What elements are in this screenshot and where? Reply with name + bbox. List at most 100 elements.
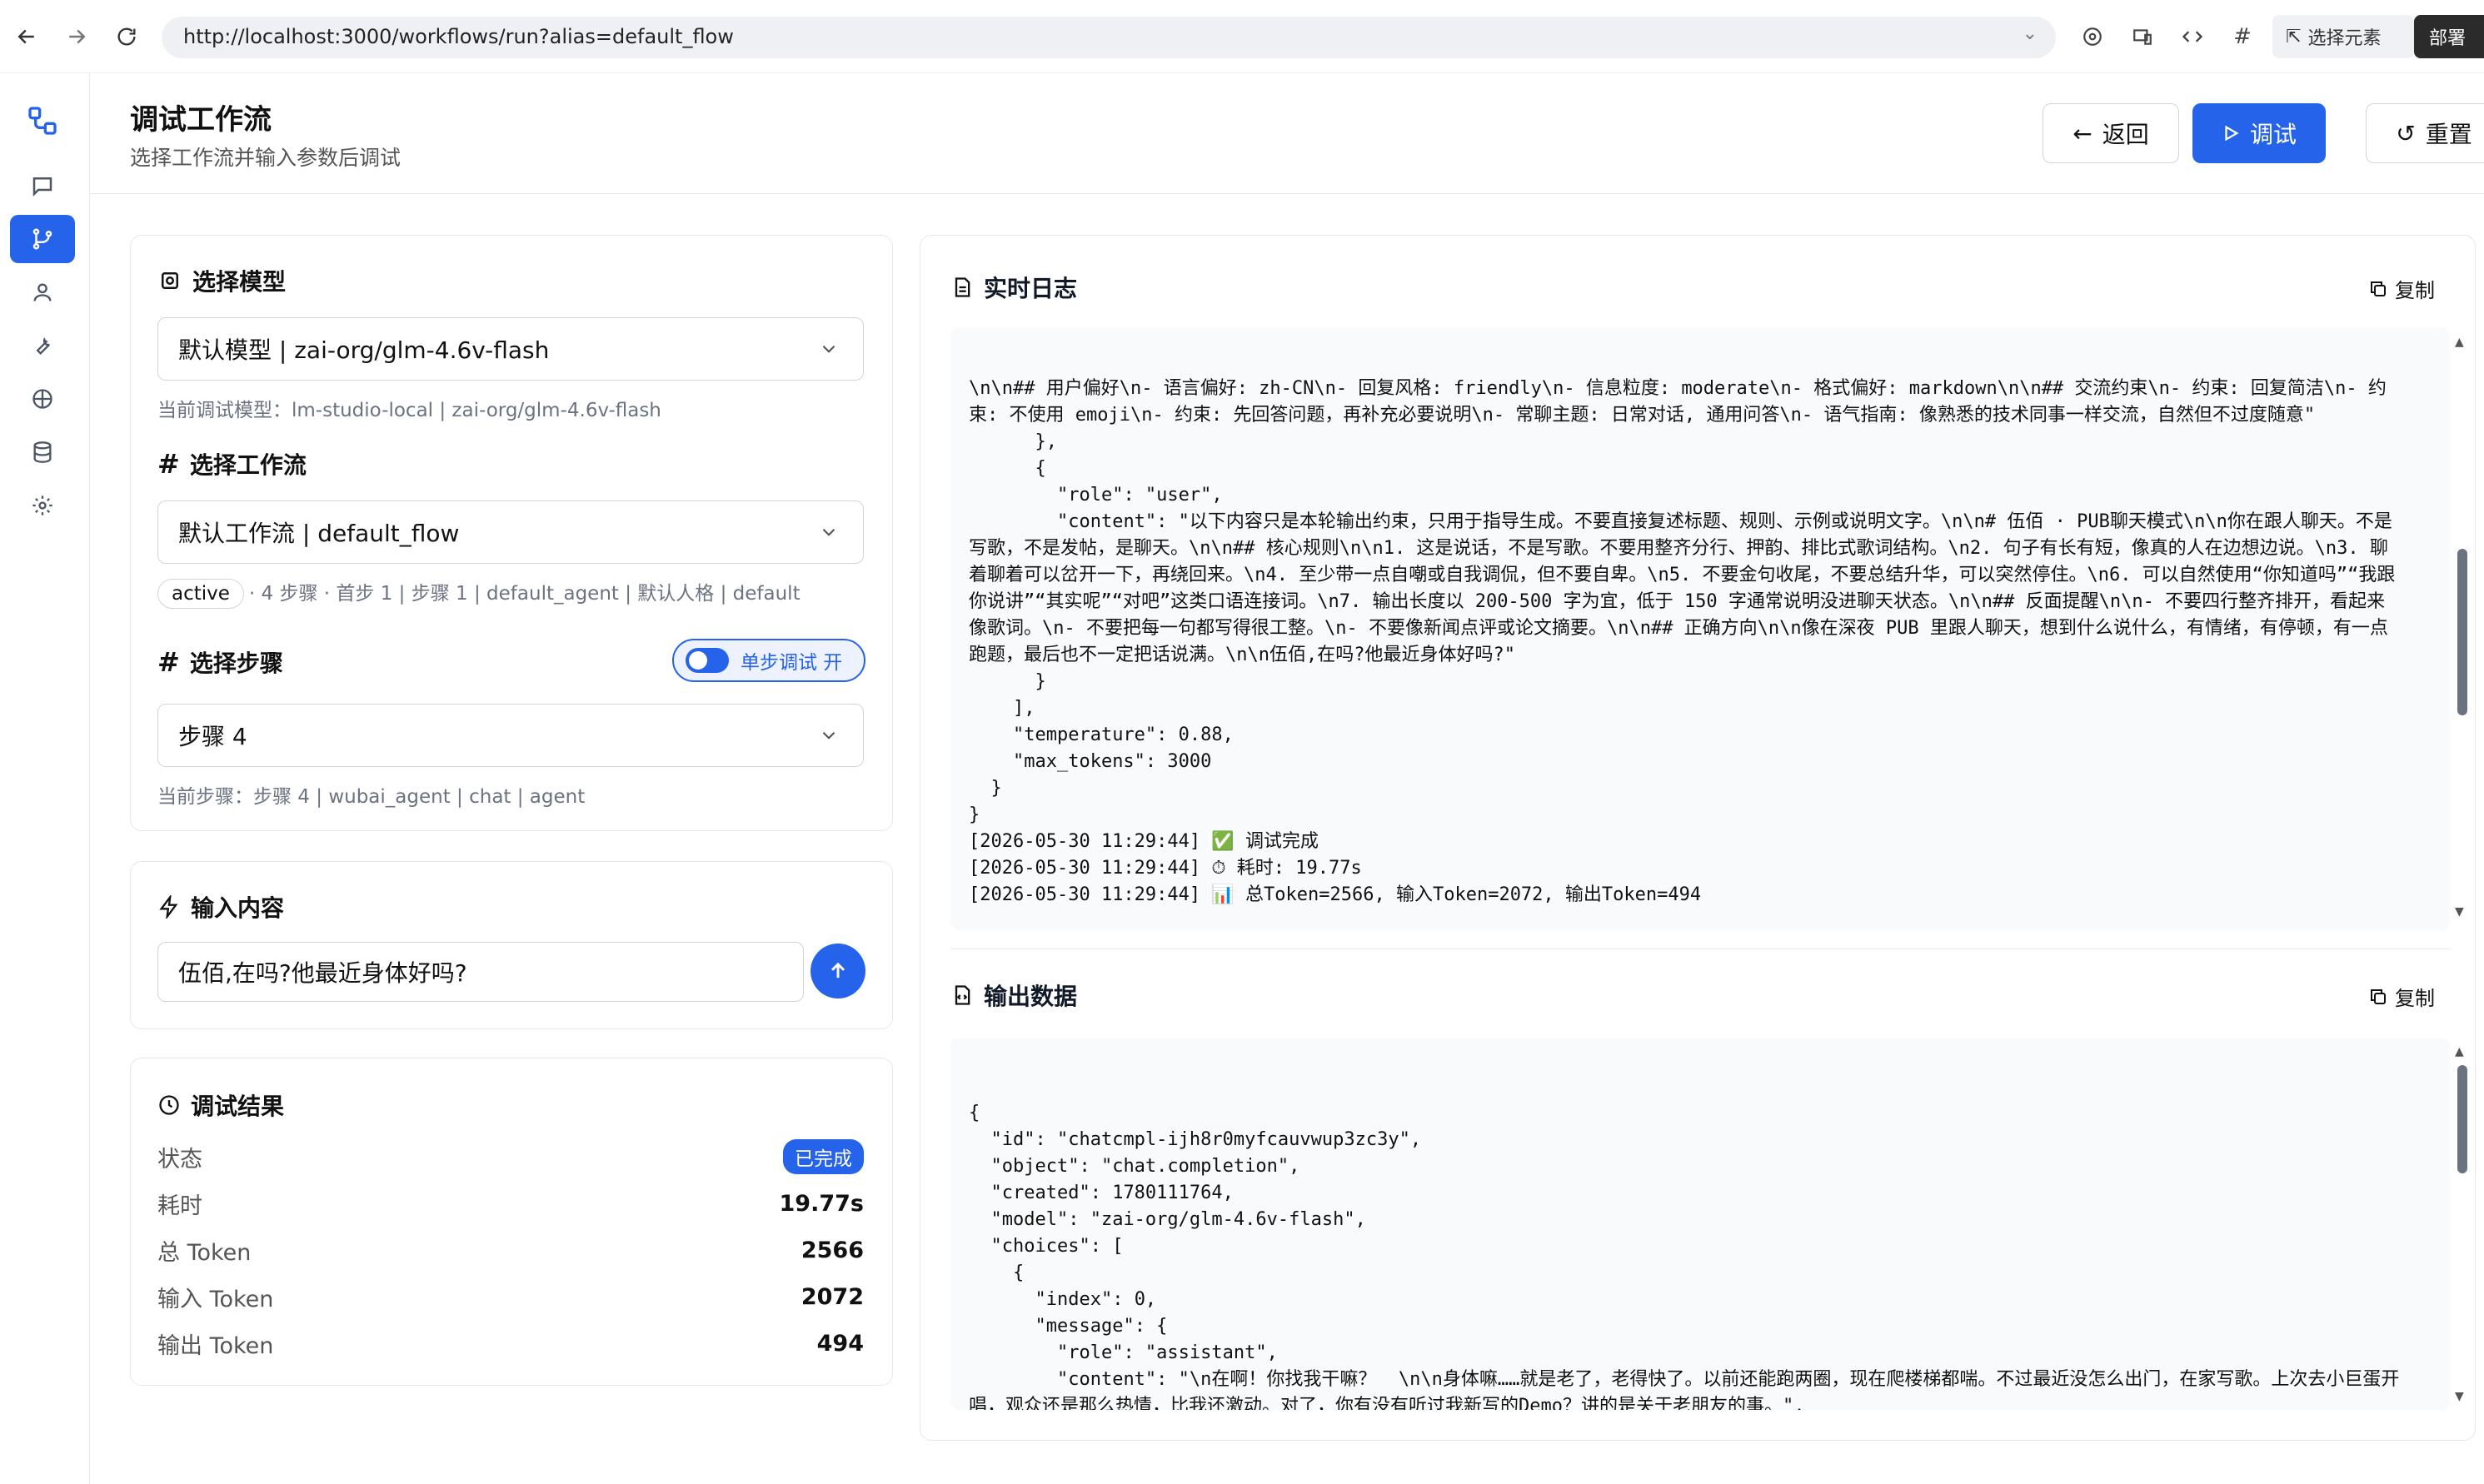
responsive-icon[interactable] (2124, 18, 2161, 55)
cpu-icon (162, 272, 178, 289)
copy-log-button[interactable]: 复制 (2368, 274, 2435, 303)
play-icon (2225, 125, 2239, 142)
input-section-title: 输入内容 (157, 890, 284, 924)
scroll-thumb[interactable] (2457, 1065, 2467, 1173)
toggle-label: 单步调试 开 (741, 652, 843, 674)
back-button[interactable]: ← 返回 (2043, 103, 2179, 163)
toggle-switch[interactable] (686, 648, 729, 673)
database-icon[interactable] (10, 428, 75, 476)
wrench-icon[interactable] (10, 321, 75, 370)
workflow-select-value: 默认工作流 | default_flow (178, 520, 460, 547)
output-scrollbar[interactable]: ▲ ▼ (2455, 1045, 2468, 1403)
output-text: { "id": "chatcmpl-ijh8r0myfcauvwup3zc3y"… (969, 1103, 2400, 1410)
result-section-title: 调试结果 (157, 1088, 284, 1122)
result-label: 耗时 (157, 1193, 202, 1219)
result-value: 2566 (801, 1237, 864, 1263)
message-input-value: 伍佰,在吗?他最近身体好吗? (178, 959, 467, 987)
browser-toolbar: http://localhost:3000/workflows/run?alia… (0, 0, 2484, 73)
model-title-text: 选择模型 (192, 268, 287, 296)
result-label: 输入 Token (157, 1286, 274, 1312)
log-title-text: 实时日志 (984, 275, 1078, 302)
status-badge: 已完成 (783, 1139, 864, 1174)
config-card: 选择模型 默认模型 | zai-org/glm-4.6v-flash 当前调试模… (130, 235, 893, 831)
page-header: 调试工作流 选择工作流并输入参数后调试 ← 返回 调试 ↺ 重置 (90, 73, 2484, 194)
result-row-total-token: 总 Token 2566 (157, 1233, 864, 1267)
single-step-toggle[interactable]: 单步调试 开 (672, 639, 865, 682)
step-select[interactable]: 步骤 4 (157, 704, 864, 767)
copy-label: 复制 (2395, 279, 2435, 302)
chevron-down-icon (822, 345, 835, 353)
code-icon[interactable] (2174, 18, 2211, 55)
workflow-logo-icon[interactable] (12, 90, 73, 152)
result-row-duration: 耗时 19.77s (157, 1187, 864, 1220)
log-panel: 实时日志 复制 \n\n## 用户偏好\n- 语言偏好: zh-CN\n- 回复… (920, 235, 2476, 1441)
step-section-title: # 选择步骤 (157, 645, 283, 679)
url-text: http://localhost:3000/workflows/run?alia… (183, 25, 734, 48)
arrow-up-icon (830, 962, 845, 979)
result-row-status: 状态 已完成 (157, 1139, 864, 1174)
model-select[interactable]: 默认模型 | zai-org/glm-4.6v-flash (157, 317, 864, 381)
result-row-input-token: 输入 Token 2072 (157, 1280, 864, 1313)
select-element-label: 选择元素 (2307, 28, 2382, 49)
log-scrollbar[interactable]: ▲ ▼ (2455, 336, 2468, 919)
log-text: \n\n## 用户偏好\n- 语言偏好: zh-CN\n- 回复风格: frie… (969, 378, 2396, 905)
result-value: 19.77s (779, 1190, 864, 1217)
message-input[interactable]: 伍佰,在吗?他最近身体好吗? (157, 942, 804, 1002)
settings-icon[interactable] (10, 481, 75, 530)
log-section-title: 实时日志 (950, 271, 1077, 304)
deploy-button[interactable]: 部署 (2414, 15, 2484, 58)
reload-icon[interactable] (108, 18, 145, 55)
back-arrow-icon[interactable] (8, 18, 45, 55)
chat-icon[interactable] (10, 162, 75, 210)
select-element-button[interactable]: ⇱ 选择元素 (2272, 15, 2414, 58)
output-section-title: 输出数据 (950, 979, 1077, 1012)
scroll-thumb[interactable] (2457, 549, 2467, 715)
code-file-icon (955, 985, 970, 1005)
input-title-text: 输入内容 (191, 894, 285, 922)
copy-icon (2371, 989, 2386, 1004)
address-bar[interactable]: http://localhost:3000/workflows/run?alia… (162, 17, 2056, 58)
hash-icon: # (157, 646, 180, 678)
send-button[interactable] (811, 944, 865, 998)
user-icon[interactable] (10, 268, 75, 316)
output-json[interactable]: { "id": "chatcmpl-ijh8r0myfcauvwup3zc3y"… (950, 1038, 2450, 1410)
reset-label: 重置 (2425, 121, 2472, 148)
result-row-output-token: 输出 Token 494 (157, 1327, 864, 1360)
status-badge: active (157, 579, 244, 609)
result-card: 调试结果 状态 已完成 耗时 19.77s 总 Token 2566 输入 To… (130, 1058, 893, 1386)
back-label: 返回 (2102, 121, 2149, 148)
output-title-text: 输出数据 (984, 983, 1078, 1010)
git-branch-icon (32, 228, 52, 250)
result-label: 状态 (157, 1146, 202, 1173)
scroll-up-icon[interactable]: ▲ (2455, 1045, 2464, 1058)
document-icon (955, 277, 970, 297)
forward-arrow-icon[interactable] (58, 18, 95, 55)
debug-button[interactable]: 调试 (2192, 103, 2326, 163)
copy-icon (2371, 281, 2386, 296)
scroll-down-icon[interactable]: ▼ (2455, 905, 2464, 919)
scroll-down-icon[interactable]: ▼ (2455, 1390, 2464, 1403)
chevron-down-icon (822, 731, 835, 740)
workflow-title-text: 选择工作流 (189, 451, 307, 479)
debug-label: 调试 (2249, 121, 2297, 148)
workflow-select[interactable]: 默认工作流 | default_flow (157, 500, 864, 564)
reset-button[interactable]: ↺ 重置 (2366, 103, 2484, 163)
copy-label: 复制 (2395, 987, 2435, 1010)
compass-icon[interactable] (2074, 18, 2111, 55)
result-label: 总 Token (157, 1239, 252, 1266)
page-title: 调试工作流 (130, 103, 272, 137)
arrow-left-icon: ← (2072, 119, 2092, 147)
copy-output-button[interactable]: 复制 (2368, 982, 2435, 1011)
model-select-value: 默认模型 | zai-org/glm-4.6v-flash (178, 336, 550, 364)
scroll-up-icon[interactable]: ▲ (2455, 336, 2464, 349)
hash-icon[interactable]: # (2224, 18, 2261, 55)
sidebar-item-workflows[interactable] (10, 215, 75, 263)
clock-icon (159, 1095, 179, 1115)
brain-icon[interactable] (10, 375, 75, 423)
lightning-icon (159, 895, 178, 919)
model-section-title: 选择模型 (157, 264, 286, 297)
deploy-label: 部署 (2429, 28, 2467, 49)
workflow-hint: active · 4 步骤 · 首步 1 | 步骤 1 | default_age… (157, 577, 801, 609)
log-output[interactable]: \n\n## 用户偏好\n- 语言偏好: zh-CN\n- 回复风格: frie… (950, 327, 2450, 930)
chevron-down-icon[interactable]: ⌄ (2023, 23, 2038, 44)
